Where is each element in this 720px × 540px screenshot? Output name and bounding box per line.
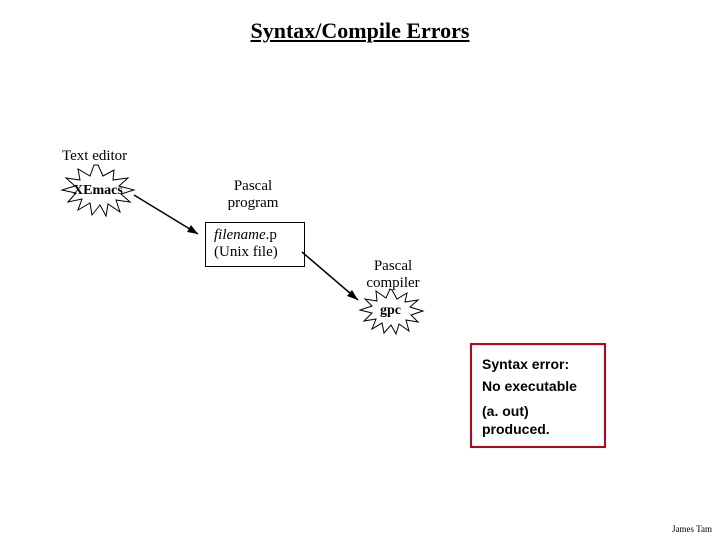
editor-caption: Text editor bbox=[62, 148, 127, 165]
error-line1: Syntax error: bbox=[482, 353, 594, 375]
compiler-caption: Pascal compiler bbox=[358, 258, 428, 293]
program-caption-l1: Pascal bbox=[234, 178, 272, 194]
arrow-file-to-compiler bbox=[302, 252, 358, 300]
error-line3: (a. out) bbox=[482, 403, 529, 419]
error-box: Syntax error: No executable (a. out) pro… bbox=[470, 343, 606, 448]
file-box: filename.p (Unix file) bbox=[205, 222, 305, 267]
file-line2: (Unix file) bbox=[214, 244, 278, 260]
error-line2: No executable bbox=[482, 375, 594, 397]
compiler-caption-l1: Pascal bbox=[374, 258, 412, 274]
compiler-name: gpc bbox=[380, 303, 401, 319]
file-ext: .p bbox=[266, 227, 277, 243]
arrow-editor-to-file bbox=[134, 195, 198, 234]
footer-credit: James Tam bbox=[672, 524, 712, 534]
file-italic: filename bbox=[214, 227, 266, 243]
slide-title: Syntax/Compile Errors bbox=[0, 18, 720, 44]
error-line4: produced. bbox=[482, 421, 550, 437]
program-caption-l2: program bbox=[228, 195, 279, 211]
editor-name: XEmacs bbox=[73, 183, 123, 199]
compiler-caption-l2: compiler bbox=[366, 275, 419, 291]
program-caption: Pascal program bbox=[218, 178, 288, 213]
